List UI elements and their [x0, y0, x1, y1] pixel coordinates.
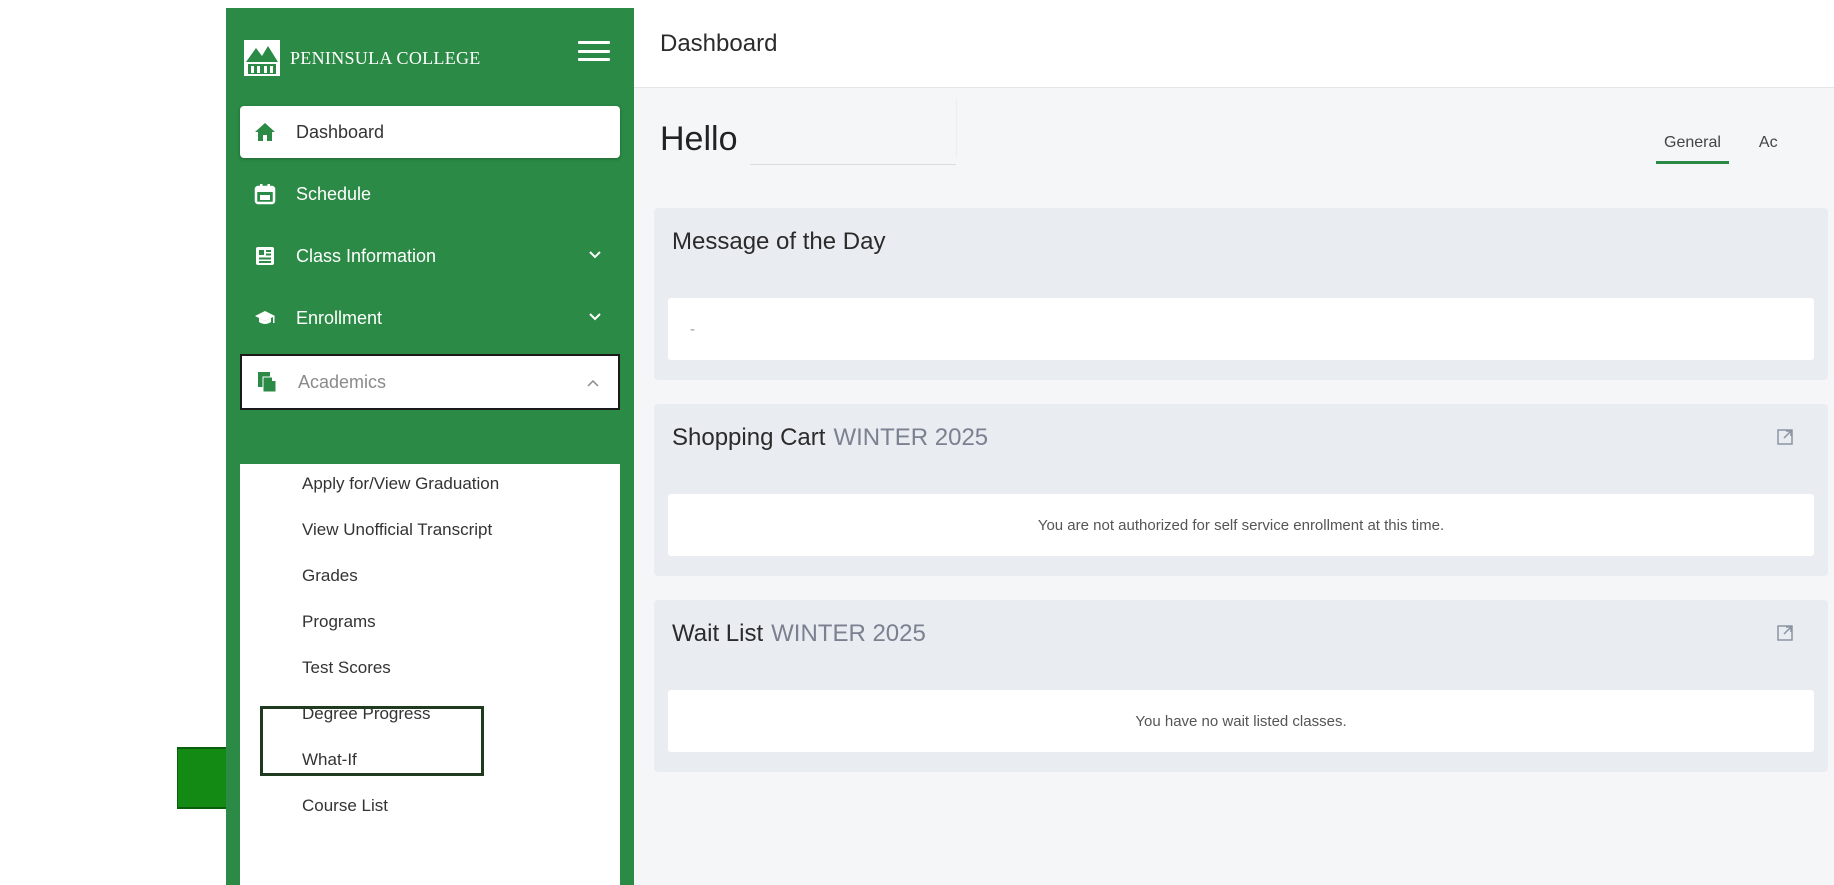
submenu-item-course-list[interactable]: Course List: [302, 786, 388, 826]
page-title: Dashboard: [660, 30, 778, 57]
card-title-text: Wait List: [672, 620, 764, 647]
graduation-cap-icon: [255, 311, 275, 324]
sidebar: PENINSULA COLLEGE Dashboard Schedule Cla…: [226, 8, 634, 885]
sidebar-item-label: Enrollment: [296, 307, 383, 328]
sidebar-item-label: Academics: [298, 371, 387, 392]
card-term: WINTER 2025: [833, 424, 989, 451]
academics-submenu: Apply for/View Graduation View Unofficia…: [240, 464, 620, 885]
card-title: Shopping Cart WINTER 2025: [672, 424, 988, 452]
chevron-down-icon: [589, 313, 601, 321]
main-content: Hello General Ac Message of the Day - Sh…: [634, 88, 1834, 885]
brand[interactable]: PENINSULA COLLEGE: [242, 32, 481, 84]
calendar-icon: [254, 184, 276, 205]
submenu-item-degree-progress[interactable]: Degree Progress: [302, 694, 431, 734]
menu-toggle-icon[interactable]: [578, 38, 610, 64]
shopping-cart-card: Shopping Cart WINTER 2025 You are not aut…: [654, 404, 1828, 576]
brand-name: PENINSULA COLLEGE: [290, 47, 481, 68]
sidebar-item-label: Schedule: [296, 183, 372, 204]
sidebar-item-academics[interactable]: Academics: [240, 354, 620, 410]
sidebar-item-dashboard[interactable]: Dashboard: [240, 106, 620, 158]
sidebar-item-class-information[interactable]: Class Information: [240, 230, 620, 282]
sidebar-item-label: Class Information: [296, 245, 437, 266]
college-logo-icon: [244, 40, 280, 76]
wait-list-card: Wait List WINTER 2025 You have no wait li…: [654, 600, 1828, 772]
dashboard-tabs: General Ac: [1656, 128, 1808, 164]
greeting: Hello: [660, 120, 738, 158]
tab-general[interactable]: General: [1656, 128, 1729, 164]
submenu-item-grades[interactable]: Grades: [302, 556, 358, 596]
submenu-item-apply-graduation[interactable]: Apply for/View Graduation: [302, 464, 499, 504]
greeting-name-underline: [750, 164, 956, 165]
wait-list-message: You have no wait listed classes.: [668, 690, 1814, 752]
message-of-the-day-body: -: [668, 298, 1814, 360]
sidebar-item-enrollment[interactable]: Enrollment: [240, 292, 620, 344]
card-title: Wait List WINTER 2025: [672, 620, 926, 648]
top-bar: Dashboard: [634, 8, 1834, 88]
chevron-up-icon: [587, 379, 599, 387]
submenu-item-what-if[interactable]: What-If: [302, 740, 357, 780]
tab-academic[interactable]: Ac: [1751, 128, 1786, 164]
submenu-item-programs[interactable]: Programs: [302, 602, 376, 642]
sidebar-item-label: Dashboard: [296, 121, 385, 142]
chevron-down-icon: [589, 251, 601, 259]
open-external-icon[interactable]: [1776, 624, 1794, 642]
documents-icon: [258, 372, 277, 393]
submenu-item-test-scores[interactable]: Test Scores: [302, 648, 391, 688]
submenu-item-unofficial-transcript[interactable]: View Unofficial Transcript: [302, 510, 492, 550]
message-of-the-day-card: Message of the Day -: [654, 208, 1828, 380]
shopping-cart-message: You are not authorized for self service …: [668, 494, 1814, 556]
open-external-icon[interactable]: [1776, 428, 1794, 446]
card-title-text: Shopping Cart: [672, 424, 826, 451]
card-term: WINTER 2025: [771, 620, 926, 647]
sidebar-item-schedule[interactable]: Schedule: [240, 168, 620, 220]
greeting-divider: [956, 98, 957, 158]
home-icon: [255, 123, 275, 141]
card-title: Message of the Day: [672, 228, 886, 255]
class-info-icon: [256, 247, 274, 265]
